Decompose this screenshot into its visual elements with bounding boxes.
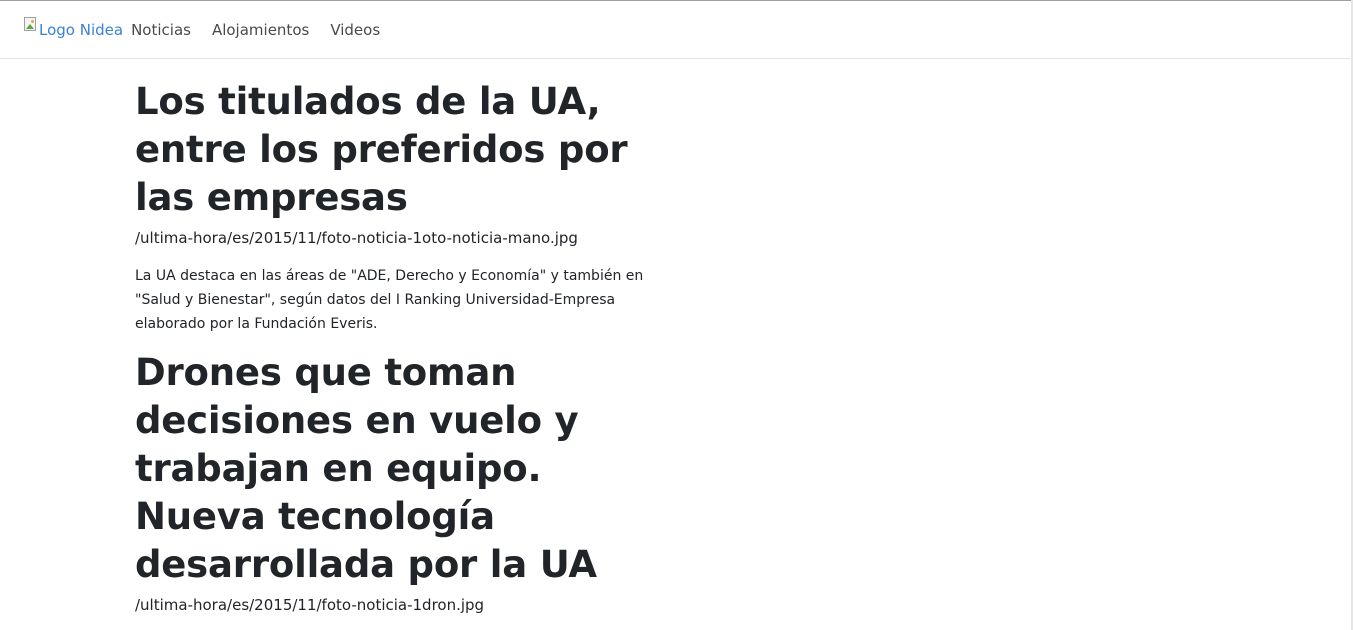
brand-logo-alt-text: Logo Nidea	[39, 20, 124, 39]
nav-link-noticias[interactable]: Noticias	[131, 20, 191, 39]
broken-image-icon	[24, 16, 38, 33]
article-image-path: /ultima-hora/es/2015/11/foto-noticia-1ot…	[135, 229, 578, 247]
nav-link-alojamientos[interactable]: Alojamientos	[212, 20, 309, 39]
brand-logo-link[interactable]: Logo Nidea	[24, 16, 124, 39]
news-article: Los titulados de la UA, entre los prefer…	[135, 78, 655, 336]
article-summary: La UA destaca en las áreas de "ADE, Dere…	[135, 268, 644, 332]
top-navbar: Logo Nidea Noticias Alojamientos Videos	[0, 1, 1351, 59]
news-list: Los titulados de la UA, entre los prefer…	[135, 78, 655, 616]
article-title: Los titulados de la UA, entre los prefer…	[135, 80, 628, 219]
article-title: Drones que toman decisiones en vuelo y t…	[135, 351, 597, 586]
news-article: Drones que toman decisiones en vuelo y t…	[135, 349, 655, 616]
nav-link-videos[interactable]: Videos	[330, 20, 380, 39]
article-image-path: /ultima-hora/es/2015/11/foto-noticia-1dr…	[135, 596, 485, 614]
